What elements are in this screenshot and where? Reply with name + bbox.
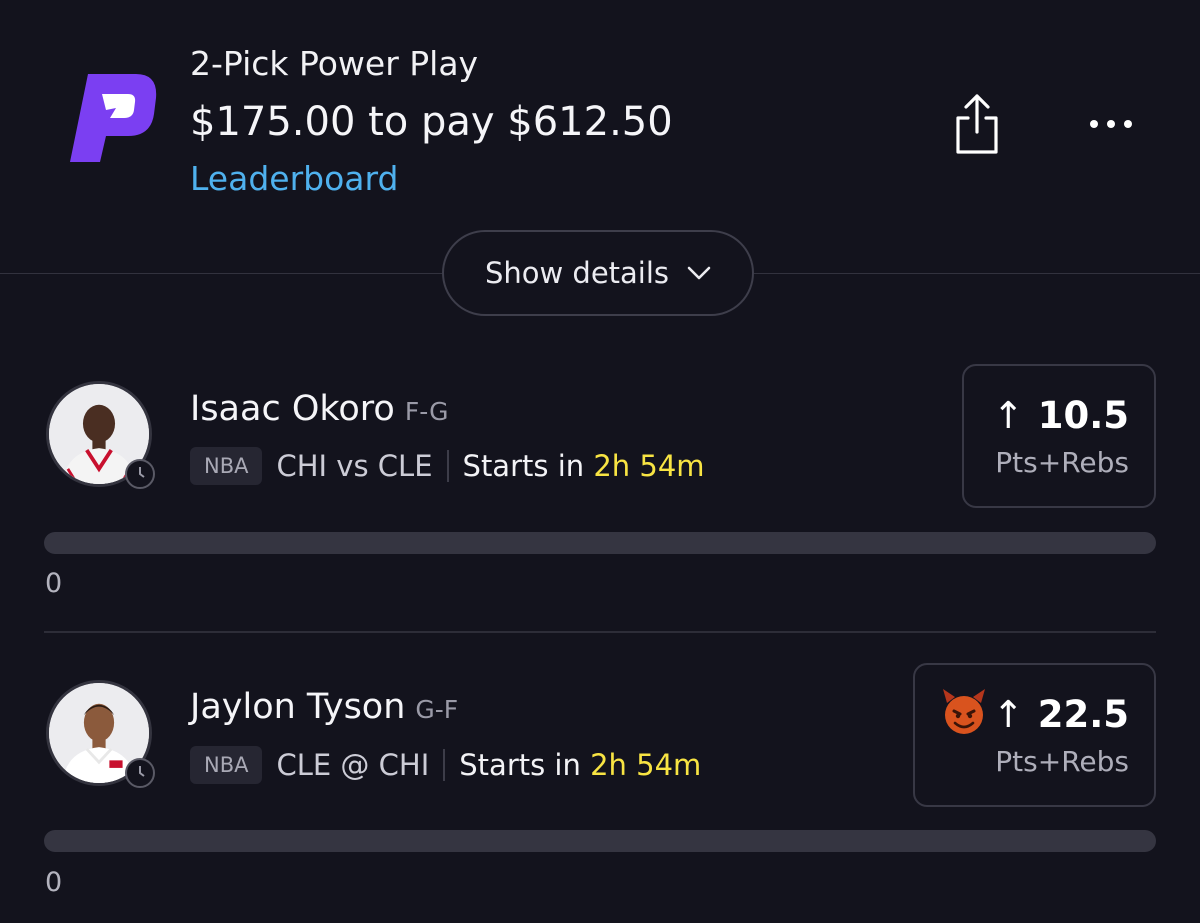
player-position: G-F: [415, 695, 459, 724]
game-info: NBA CLE @ CHI Starts in 2h 54m: [190, 746, 701, 784]
show-details-button[interactable]: Show details: [442, 230, 754, 316]
arrow-up-icon: ↑: [992, 693, 1024, 736]
line-value-row: ↑ 10.5: [993, 394, 1129, 437]
line-value-row: ↑ 22.5: [993, 693, 1129, 736]
league-badge: NBA: [190, 746, 263, 784]
starts-prefix: Starts in: [462, 449, 585, 483]
more-options-button[interactable]: [1082, 104, 1140, 144]
progress-value: 0: [45, 867, 63, 898]
stat-type: Pts+Rebs: [995, 446, 1129, 479]
starts-time: 2h 54m: [590, 748, 702, 782]
prizepicks-logo: [66, 70, 160, 166]
line-value: 22.5: [1037, 693, 1129, 736]
stat-type: Pts+Rebs: [995, 745, 1129, 778]
more-dots-icon: [1090, 120, 1132, 128]
share-icon: [956, 94, 998, 154]
leaderboard-link[interactable]: Leaderboard: [190, 158, 398, 200]
player-name-row: Isaac Okoro F-G: [190, 388, 449, 433]
league-badge: NBA: [190, 447, 263, 485]
arrow-up-icon: ↑: [992, 394, 1024, 437]
player-name-row: Jaylon Tyson G-F: [190, 686, 458, 731]
separator: [443, 749, 446, 781]
entry-amount: $175.00 to pay $612.50: [190, 99, 673, 145]
matchup: CHI vs CLE: [276, 449, 433, 483]
line-value: 10.5: [1037, 394, 1129, 437]
separator: [446, 450, 449, 482]
matchup: CLE @ CHI: [276, 748, 430, 782]
show-details-label: Show details: [484, 256, 670, 290]
projection-card[interactable]: ↑ 10.5 Pts+Rebs: [962, 364, 1156, 508]
chevron-down-icon: [687, 266, 711, 280]
start-time: Starts in 2h 54m: [459, 748, 701, 782]
player-position: F-G: [404, 397, 449, 426]
progress-value: 0: [45, 568, 63, 599]
progress-bar: [44, 532, 1156, 554]
projection-card[interactable]: ↑ 22.5 Pts+Rebs: [913, 663, 1156, 807]
progress-bar: [44, 830, 1156, 852]
player-name: Isaac Okoro: [190, 389, 395, 429]
player-name: Jaylon Tyson: [190, 687, 406, 727]
clock-icon: [125, 459, 155, 489]
clock-icon: [125, 758, 155, 788]
start-time: Starts in 2h 54m: [463, 449, 705, 483]
game-info: NBA CHI vs CLE Starts in 2h 54m: [190, 447, 705, 485]
starts-time: 2h 54m: [593, 449, 705, 483]
starts-prefix: Starts in: [459, 748, 581, 782]
entry-title: 2-Pick Power Play: [190, 44, 479, 83]
row-divider: [44, 631, 1156, 633]
share-button[interactable]: [948, 92, 1006, 158]
demon-emoji-icon: [939, 687, 989, 737]
